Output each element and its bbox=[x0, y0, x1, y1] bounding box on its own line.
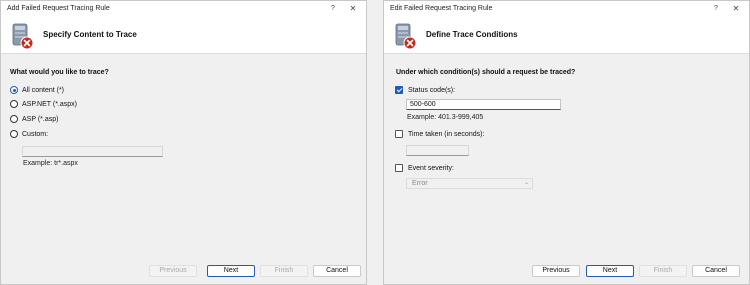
time-taken-input[interactable] bbox=[406, 145, 469, 156]
checkbox-label: Status code(s): bbox=[408, 86, 456, 94]
radio-label: All content (*) bbox=[22, 86, 65, 94]
custom-example-text: Example: tr*.aspx bbox=[23, 160, 78, 167]
event-severity-select[interactable]: Error ⌄ bbox=[406, 178, 533, 189]
help-button[interactable]: ? bbox=[709, 3, 723, 15]
add-trace-rule-dialog: Add Failed Request Tracing Rule ? ✕ Spec… bbox=[0, 0, 367, 285]
finish-button[interactable]: Finish bbox=[260, 265, 308, 277]
next-button[interactable]: Next bbox=[586, 265, 634, 277]
radio-button[interactable] bbox=[10, 86, 18, 94]
checkbox-label: Time taken (in seconds): bbox=[408, 130, 485, 138]
checkbox-label: Event severity: bbox=[408, 164, 454, 172]
radio-label: ASP.NET (*.aspx) bbox=[22, 100, 77, 108]
window-title: Edit Failed Request Tracing Rule bbox=[390, 5, 493, 12]
time-taken-checkbox[interactable] bbox=[395, 130, 403, 138]
condition-question: Under which condition(s) should a reques… bbox=[396, 69, 576, 76]
time-taken-option[interactable]: Time taken (in seconds): bbox=[395, 129, 484, 139]
title-bar: Edit Failed Request Tracing Rule ? ✕ bbox=[384, 1, 749, 18]
title-bar: Add Failed Request Tracing Rule ? ✕ bbox=[1, 1, 366, 18]
trace-question: What would you like to trace? bbox=[10, 69, 109, 76]
radio-asp[interactable]: ASP (*.asp) bbox=[10, 114, 58, 124]
radio-label: Custom: bbox=[22, 130, 49, 138]
finish-button[interactable]: Finish bbox=[639, 265, 687, 277]
status-codes-checkbox[interactable] bbox=[395, 86, 403, 94]
radio-all-content[interactable]: All content (*) bbox=[10, 85, 64, 95]
radio-label: ASP (*.asp) bbox=[22, 115, 59, 123]
close-button[interactable]: ✕ bbox=[729, 3, 743, 15]
event-severity-checkbox[interactable] bbox=[395, 164, 403, 172]
page-title: Define Trace Conditions bbox=[426, 30, 518, 39]
wizard-header: Specify Content to Trace bbox=[1, 18, 366, 54]
help-button[interactable]: ? bbox=[326, 3, 340, 15]
window-title: Add Failed Request Tracing Rule bbox=[7, 5, 110, 12]
trace-rule-error-icon bbox=[395, 23, 417, 50]
radio-button[interactable] bbox=[10, 115, 18, 123]
edit-trace-rule-dialog: Edit Failed Request Tracing Rule ? ✕ Def… bbox=[383, 0, 750, 285]
radio-button[interactable] bbox=[10, 130, 18, 138]
status-codes-input[interactable]: 500-600 bbox=[406, 99, 561, 110]
status-codes-example: Example: 401.3-999,405 bbox=[407, 114, 484, 121]
cancel-button[interactable]: Cancel bbox=[313, 265, 361, 277]
chevron-down-icon: ⌄ bbox=[523, 180, 529, 186]
trace-rule-error-icon bbox=[12, 23, 34, 50]
radio-aspnet[interactable]: ASP.NET (*.aspx) bbox=[10, 99, 77, 109]
radio-custom[interactable]: Custom: bbox=[10, 129, 48, 139]
wizard-header: Define Trace Conditions bbox=[384, 18, 749, 54]
next-button[interactable]: Next bbox=[207, 265, 255, 277]
close-button[interactable]: ✕ bbox=[346, 3, 360, 15]
selected-value: Error bbox=[412, 180, 428, 187]
event-severity-option[interactable]: Event severity: bbox=[395, 163, 454, 173]
custom-pattern-input[interactable] bbox=[22, 146, 163, 157]
cancel-button[interactable]: Cancel bbox=[692, 265, 740, 277]
status-codes-option[interactable]: Status code(s): bbox=[395, 85, 455, 95]
radio-button[interactable] bbox=[10, 100, 18, 108]
page-title: Specify Content to Trace bbox=[43, 30, 137, 39]
previous-button[interactable]: Previous bbox=[149, 265, 197, 277]
previous-button[interactable]: Previous bbox=[532, 265, 580, 277]
